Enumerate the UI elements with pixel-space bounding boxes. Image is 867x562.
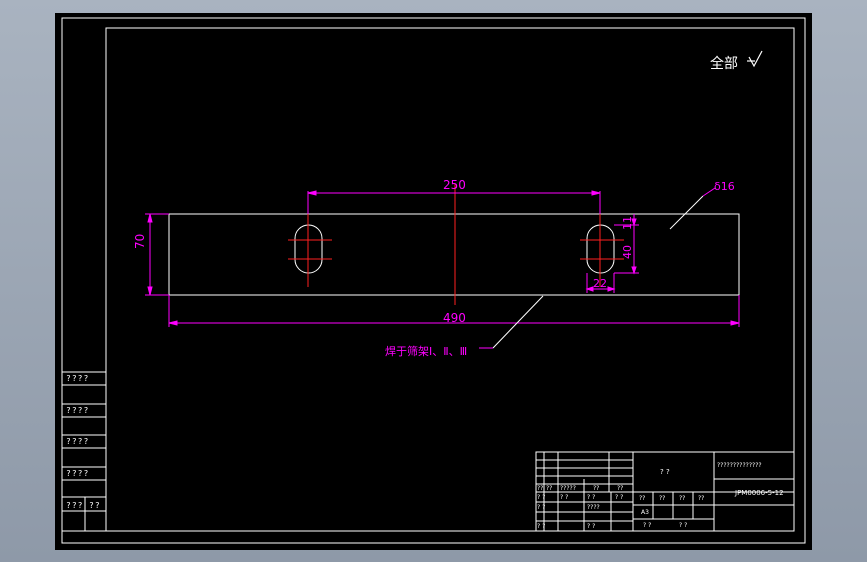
part-name-placeholder: ? ? <box>660 468 670 476</box>
tb-cell-r1c5: ?? <box>617 485 624 492</box>
tb-sheet-left: ? ? <box>643 522 652 529</box>
side-table-bottom-left: ??? <box>66 501 84 510</box>
weld-note: 焊于筛架Ⅰ、Ⅱ、Ⅲ <box>385 345 468 358</box>
plate-outline <box>168 213 740 296</box>
dimension-lines <box>145 190 740 327</box>
tb-cell-r2c1: ? ? <box>537 494 546 501</box>
leader-lines <box>492 195 704 349</box>
drawing-title: ?????????????? <box>717 462 762 469</box>
dimension-490: 490 <box>443 311 466 325</box>
tb-cell-r4c1: ? ? <box>537 523 546 530</box>
cad-viewport[interactable]: 全部 250 490 70 11 40 22 δ16 焊于筛架Ⅰ、Ⅱ、Ⅲ ???… <box>55 13 812 550</box>
thickness-label: δ16 <box>714 180 735 193</box>
tb-right-4: ?? <box>698 495 705 502</box>
dimension-70: 70 <box>133 233 147 249</box>
cad-drawing <box>61 17 806 544</box>
tb-right-3: ?? <box>679 495 686 502</box>
tb-cell-r2c4: ? ? <box>615 494 624 501</box>
dimension-11: 11 <box>621 216 634 230</box>
side-table-row-4: ???? <box>66 469 90 478</box>
roughness-symbol-icon <box>747 50 763 68</box>
tb-cell-r3c1: ? ? <box>537 504 546 511</box>
side-table-row-2: ???? <box>66 406 90 415</box>
tb-scale-label: A3 <box>641 509 649 516</box>
tb-cell-r1c1: ?? <box>537 485 544 492</box>
side-table-row-1: ???? <box>66 374 90 383</box>
side-table-bottom-right: ?? <box>89 501 101 510</box>
tb-right-1: ?? <box>639 495 646 502</box>
tb-cell-r1c4: ?? <box>593 485 600 492</box>
tb-cell-r4c2: ? ? <box>587 523 596 530</box>
tb-cell-r2c2: ? ? <box>560 494 569 501</box>
tb-cell-r2c3: ? ? <box>587 494 596 501</box>
center-lines <box>288 184 624 305</box>
side-table-row-3: ???? <box>66 437 90 446</box>
dimension-40: 40 <box>621 245 634 259</box>
roughness-note: 全部 <box>710 56 738 72</box>
tb-cell-r1c2: ?? <box>546 485 553 492</box>
outer-frame <box>61 17 806 544</box>
dimension-250: 250 <box>443 178 466 192</box>
inner-frame <box>105 27 795 532</box>
tb-cell-r1c3: ????? <box>560 485 576 492</box>
tb-right-2: ?? <box>659 495 666 502</box>
tb-sheet-right: ? ? <box>679 522 688 529</box>
drawing-number: JPM0006-5-12 <box>735 489 784 497</box>
dimension-22: 22 <box>593 277 607 290</box>
tb-cell-r3c2: ???? <box>587 504 600 511</box>
